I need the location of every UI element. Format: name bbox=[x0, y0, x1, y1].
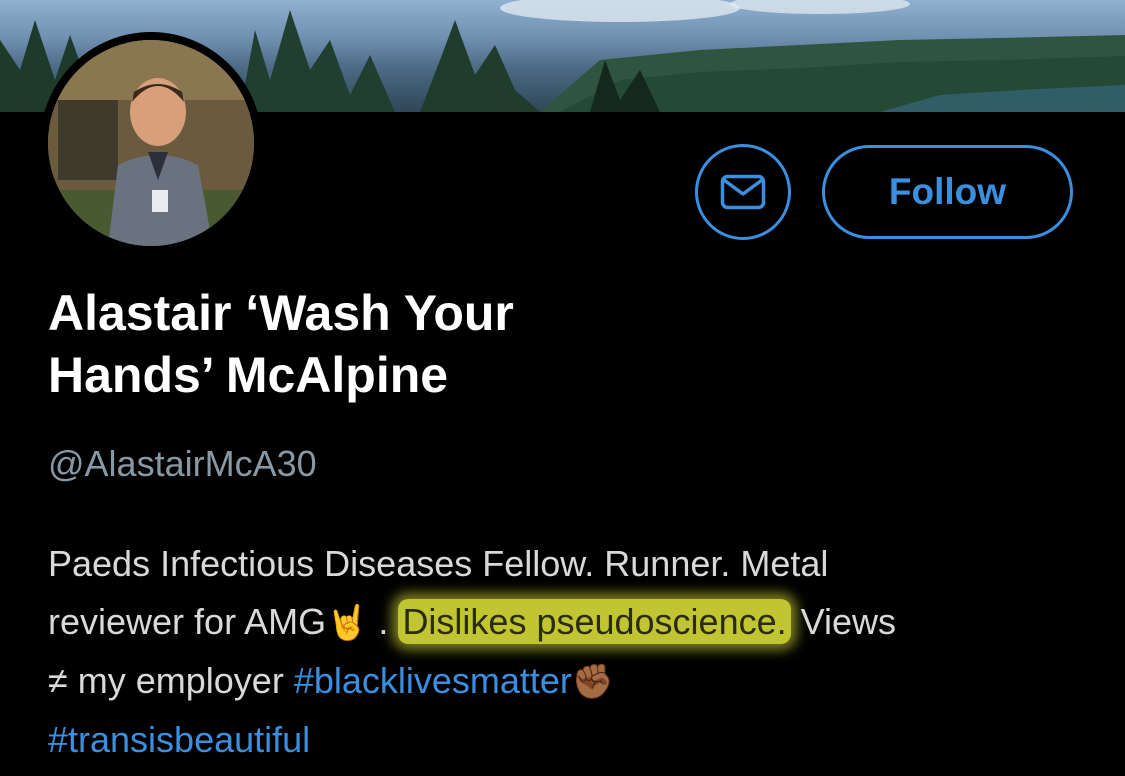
follow-button-label: Follow bbox=[888, 171, 1007, 212]
follow-button[interactable]: Follow bbox=[822, 145, 1073, 239]
display-name: Alastair ‘Wash Your Hands’ McAlpine bbox=[48, 282, 808, 406]
bio-text: ≠ my employer bbox=[48, 660, 294, 701]
bio-line-2: reviewer for AMG🤘 . Dislikes pseudoscien… bbox=[48, 593, 1108, 652]
hashtag-link[interactable]: #blacklivesmatter bbox=[294, 660, 572, 701]
bio-text: reviewer for AMG bbox=[48, 601, 327, 642]
hashtag-link[interactable]: #transisbeautiful bbox=[48, 719, 310, 760]
bio-line-1: Paeds Infectious Diseases Fellow. Runner… bbox=[48, 543, 829, 584]
highlighted-text: Dislikes pseudoscience. bbox=[398, 599, 791, 644]
message-button[interactable] bbox=[695, 144, 791, 240]
bio-text: Views bbox=[790, 601, 897, 642]
bio-line-3: ≠ my employer #blacklivesmatter✊🏾 bbox=[48, 652, 1108, 711]
avatar-photo bbox=[48, 40, 254, 246]
display-name-line-1: Alastair ‘Wash Your bbox=[48, 285, 514, 341]
bio-separator: . bbox=[368, 601, 399, 642]
display-name-line-2: Hands’ McAlpine bbox=[48, 347, 449, 403]
avatar[interactable] bbox=[40, 32, 262, 254]
envelope-icon bbox=[720, 174, 766, 210]
profile-bio: Paeds Infectious Diseases Fellow. Runner… bbox=[48, 535, 1108, 769]
user-handle: @AlastairMcA30 bbox=[48, 443, 317, 484]
bio-line-4: #transisbeautiful bbox=[48, 711, 1108, 769]
avatar-portrait bbox=[48, 40, 254, 246]
rock-hand-emoji-icon: 🤘 bbox=[326, 604, 369, 642]
raised-fist-emoji-icon: ✊🏾 bbox=[571, 663, 615, 701]
